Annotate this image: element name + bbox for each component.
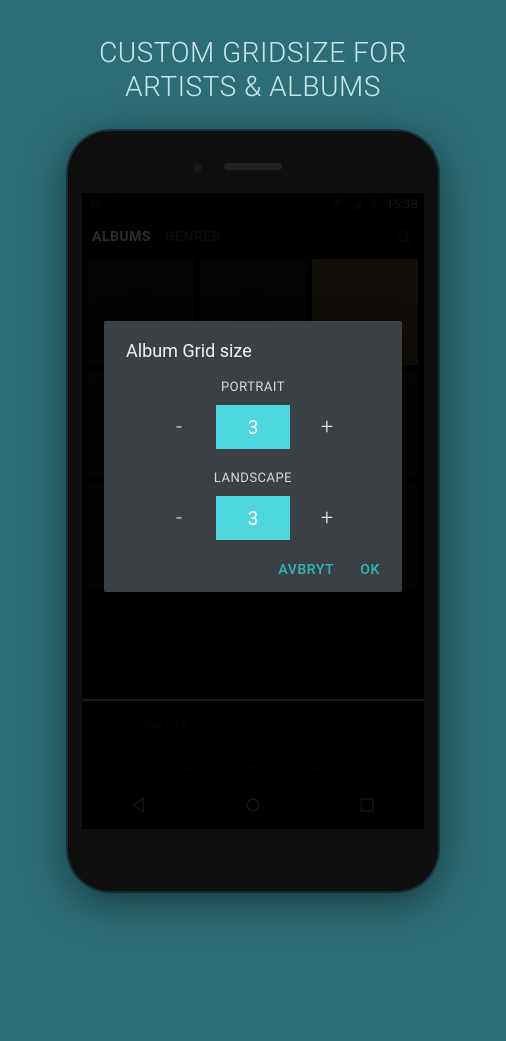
search-icon[interactable] bbox=[394, 227, 414, 247]
device-frame: 15:38 ALBUMS GENRES bbox=[68, 131, 438, 891]
status-clock: 15:38 bbox=[387, 197, 418, 211]
status-bar: 15:38 bbox=[82, 193, 424, 215]
landscape-stepper: - 3 + bbox=[126, 496, 380, 540]
portrait-value[interactable]: 3 bbox=[216, 405, 290, 449]
portrait-decrement[interactable]: - bbox=[164, 415, 194, 440]
bug-icon bbox=[108, 197, 122, 211]
alarm-icon bbox=[313, 197, 327, 211]
ok-button[interactable]: OK bbox=[360, 562, 380, 578]
nav-back-icon[interactable] bbox=[129, 795, 149, 819]
now-playing-art bbox=[90, 707, 136, 753]
cancel-button[interactable]: AVBRYT bbox=[278, 562, 334, 578]
shuffle-icon[interactable] bbox=[375, 760, 393, 782]
landscape-value[interactable]: 3 bbox=[216, 496, 290, 540]
prev-icon[interactable] bbox=[178, 760, 196, 782]
promo-heading: CUSTOM GRIDSIZE FOR ARTISTS & ALBUMS bbox=[0, 0, 506, 131]
nav-home-icon[interactable] bbox=[243, 795, 263, 819]
now-playing-subtitle: Lorum ips bbox=[144, 732, 188, 743]
battery-icon bbox=[367, 197, 381, 211]
earpiece bbox=[224, 163, 282, 170]
tab-albums[interactable]: ALBUMS bbox=[92, 229, 151, 245]
landscape-decrement[interactable]: - bbox=[164, 506, 194, 531]
promo-line2: ARTISTS & ALBUMS bbox=[20, 70, 486, 104]
portrait-label: PORTRAIT bbox=[126, 380, 380, 395]
repeat-icon[interactable] bbox=[113, 760, 131, 782]
nav-recent-icon[interactable] bbox=[357, 795, 377, 819]
promo-line1: CUSTOM GRIDSIZE FOR bbox=[20, 36, 486, 70]
dialog-title: Album Grid size bbox=[126, 341, 380, 362]
portrait-increment[interactable]: + bbox=[312, 415, 342, 440]
screen: 15:38 ALBUMS GENRES bbox=[82, 193, 424, 829]
soft-nav-bar bbox=[82, 785, 424, 829]
grid-size-dialog: Album Grid size PORTRAIT - 3 + LANDSCAPE… bbox=[104, 321, 402, 592]
tab-bar: ALBUMS GENRES bbox=[82, 215, 424, 259]
now-playing-bar[interactable]: Cat rock Lorum ips bbox=[82, 699, 424, 785]
tab-genres[interactable]: GENRES bbox=[165, 229, 221, 245]
next-icon[interactable] bbox=[310, 760, 328, 782]
sensor-dot bbox=[193, 163, 202, 172]
landscape-label: LANDSCAPE bbox=[126, 471, 380, 486]
wifi-icon bbox=[331, 197, 345, 211]
play-badge-icon bbox=[88, 197, 102, 211]
portrait-stepper: - 3 + bbox=[126, 405, 380, 449]
pause-icon[interactable] bbox=[243, 759, 263, 783]
signal-icon bbox=[349, 197, 363, 211]
landscape-increment[interactable]: + bbox=[312, 506, 342, 531]
now-playing-title: Cat rock bbox=[144, 718, 188, 732]
